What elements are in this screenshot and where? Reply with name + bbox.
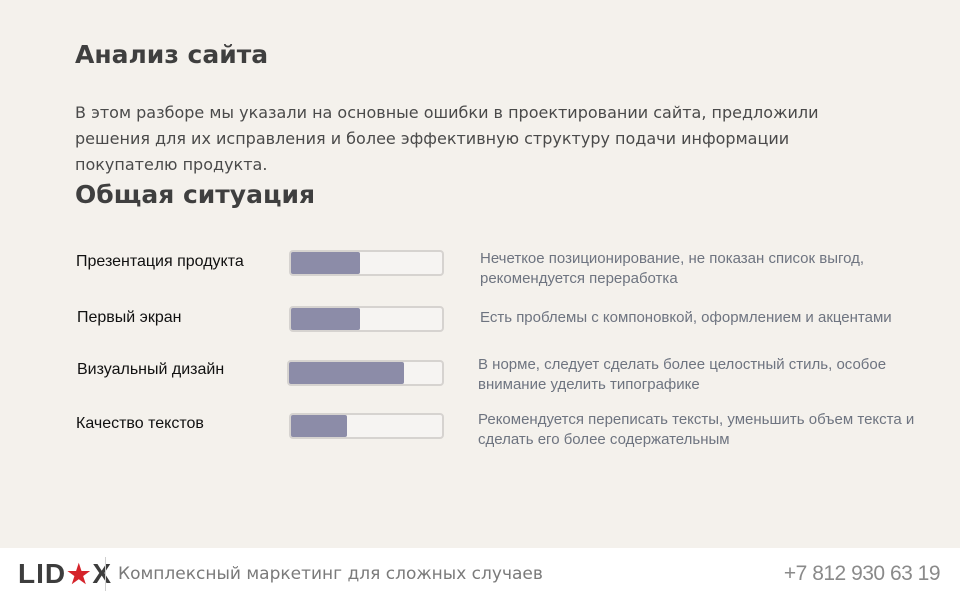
row-label-product-presentation: Презентация продукта [76, 253, 244, 270]
score-bar-text-quality [289, 413, 444, 439]
row-comment-first-screen: Есть проблемы с компоновкой, оформлением… [480, 309, 892, 326]
footer-phone[interactable]: +7 812 930 63 19 [784, 562, 941, 586]
score-bar-visual-design [287, 360, 444, 386]
page-title: Анализ сайта [75, 40, 269, 69]
score-bar-first-screen [289, 306, 444, 332]
logo-text-right: X [92, 558, 113, 589]
row-label-first-screen: Первый экран [77, 309, 182, 326]
row-comment-text-quality: Рекомендуется переписать тексты, уменьши… [478, 411, 915, 448]
lidex-logo[interactable]: LID ★ X [18, 558, 112, 590]
section-title: Общая ситуация [75, 180, 316, 209]
row-label-visual-design: Визуальный дизайн [77, 361, 225, 378]
row-comment-visual-design: В норме, следует сделать более целостный… [478, 356, 887, 393]
score-bar-fill [291, 308, 361, 330]
footer: LID ★ X Комплексный маркетинг для сложны… [0, 548, 960, 600]
score-bar-fill [289, 362, 404, 384]
star-icon: ★ [67, 558, 92, 589]
score-bar-fill [291, 252, 361, 274]
score-bar-product-presentation [289, 250, 444, 276]
logo-text-left: LID [18, 558, 67, 589]
footer-divider [105, 557, 106, 591]
row-label-text-quality: Качество текстов [76, 415, 204, 432]
score-bar-fill [291, 415, 347, 437]
footer-tagline: Комплексный маркетинг для сложных случае… [118, 564, 543, 584]
intro-text: В этом разборе мы указали на основные ош… [75, 103, 819, 174]
row-comment-product-presentation: Нечеткое позиционирование, не показан сп… [480, 250, 865, 287]
